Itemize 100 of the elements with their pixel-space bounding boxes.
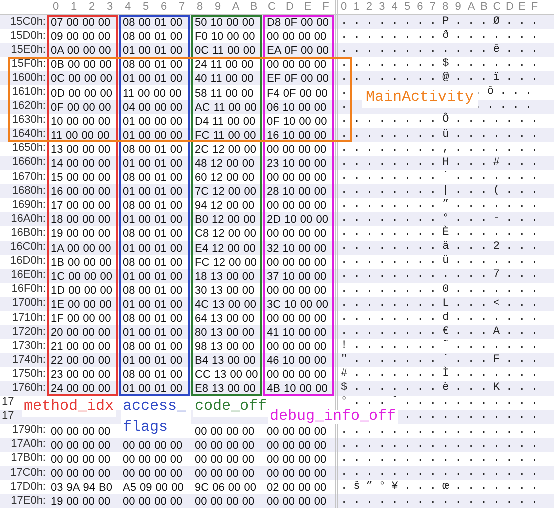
row-address: 17A0h: bbox=[11, 439, 46, 450]
row-address: 17 bbox=[2, 411, 14, 422]
hex-bytes: 3C 10 00 00 bbox=[267, 298, 328, 311]
row-address: 16B0h: bbox=[11, 228, 46, 239]
ascii-text: ................ bbox=[341, 424, 544, 439]
hex-bytes: 0B 00 00 00 bbox=[51, 59, 112, 72]
hex-bytes: 1A 00 00 00 bbox=[51, 242, 112, 255]
hex-bytes: 20 00 00 00 bbox=[51, 327, 111, 340]
column-header: A bbox=[468, 2, 476, 12]
row-address: 1760h: bbox=[12, 382, 46, 394]
annotation-label: MainActivity bbox=[362, 88, 478, 108]
hex-bytes: 13 00 00 00 bbox=[51, 144, 111, 156]
hex-bytes: 21 00 00 00 bbox=[51, 341, 111, 354]
hex-bytes: 00 00 00 00 bbox=[51, 454, 111, 466]
hex-bytes: 08 00 01 00 bbox=[123, 200, 183, 212]
row-address: 15D0h: bbox=[10, 30, 46, 42]
column-header: 5 bbox=[142, 2, 150, 12]
hex-bytes: 00 00 00 00 bbox=[267, 284, 327, 297]
hex-bytes: 00 00 00 00 bbox=[267, 426, 327, 438]
hex-bytes: 11 00 00 00 bbox=[123, 88, 182, 100]
hex-bytes: D8 0F 00 00 bbox=[267, 17, 330, 30]
hex-bytes: 08 00 01 00 bbox=[123, 144, 183, 156]
hex-bytes: 32 10 00 00 bbox=[267, 242, 327, 255]
hex-bytes: AC 11 00 00 bbox=[195, 102, 257, 114]
hex-bytes: FC 12 00 00 bbox=[195, 256, 258, 269]
ascii-text: $.......è...K... bbox=[341, 381, 544, 396]
ascii-text: ........°...-... bbox=[341, 212, 544, 226]
column-header: F bbox=[531, 2, 540, 12]
hex-bytes: 00 00 00 00 bbox=[267, 341, 327, 354]
hex-bytes: 1C 00 00 00 bbox=[51, 270, 112, 283]
hex-bytes: 00 00 00 00 bbox=[195, 440, 255, 452]
row-address: 1620h: bbox=[12, 101, 46, 112]
column-header: C bbox=[493, 2, 502, 12]
row-address: 17E0h: bbox=[11, 496, 46, 507]
hex-bytes: 02 00 00 00 bbox=[267, 482, 327, 494]
hex-bytes: 10 00 00 00 bbox=[51, 116, 111, 128]
hex-bytes: 94 12 00 00 bbox=[195, 200, 255, 212]
hex-bytes: 08 00 01 00 bbox=[123, 313, 183, 326]
ascii-text: ................ bbox=[341, 466, 544, 481]
row-address: 1740h: bbox=[12, 354, 46, 366]
hex-bytes: 1D 00 00 00 bbox=[51, 284, 112, 297]
column-header: E bbox=[303, 2, 313, 12]
hex-bytes: 01 00 01 00 bbox=[123, 242, 183, 255]
hex-bytes: 00 00 00 00 bbox=[51, 468, 111, 480]
row-address: 1610h: bbox=[12, 87, 46, 98]
hex-bytes: 14 00 00 00 bbox=[51, 158, 111, 170]
hex-bytes: 08 00 01 00 bbox=[123, 369, 183, 382]
column-header: 7 bbox=[430, 2, 437, 12]
hex-bytes: 00 00 00 00 bbox=[123, 496, 183, 508]
hex-bytes: 00 00 00 00 bbox=[267, 468, 327, 480]
hex-bytes: 00 00 00 00 bbox=[267, 496, 327, 508]
hex-bytes: 08 00 01 00 bbox=[123, 17, 183, 30]
hex-bytes: 64 13 00 00 bbox=[195, 313, 255, 326]
hex-bytes: 08 00 01 00 bbox=[123, 284, 183, 297]
column-header: D bbox=[506, 2, 515, 12]
column-header: 3 bbox=[379, 2, 386, 12]
hex-bytes: 48 12 00 00 bbox=[195, 158, 255, 170]
hex-bytes: 0C 11 00 00 bbox=[195, 45, 256, 58]
hex-bytes: 1F 00 00 00 bbox=[51, 313, 112, 326]
hex-bytes: 00 00 00 00 bbox=[123, 454, 183, 466]
hex-bytes: EF 0F 00 00 bbox=[267, 73, 330, 86]
column-header: 4 bbox=[124, 2, 132, 12]
hex-bytes: 08 00 01 00 bbox=[123, 31, 183, 44]
hex-bytes: 40 11 00 00 bbox=[195, 73, 254, 86]
hex-bytes: 98 13 00 00 bbox=[195, 341, 255, 354]
row-address: 1710h: bbox=[12, 312, 46, 324]
hex-bytes: 01 00 01 00 bbox=[123, 214, 183, 226]
hex-bytes: 00 00 00 00 bbox=[267, 200, 327, 212]
hex-bytes: 19 00 00 00 bbox=[51, 228, 111, 240]
row-address: 1730h: bbox=[12, 340, 46, 352]
column-header: B bbox=[480, 2, 489, 12]
hex-bytes: 00 00 00 00 bbox=[267, 144, 327, 156]
ascii-text: ........d....... bbox=[341, 310, 544, 326]
hex-bytes: 00 00 00 00 bbox=[267, 369, 327, 382]
hex-bytes: 08 00 01 00 bbox=[123, 341, 183, 354]
hex-bytes: 23 10 00 00 bbox=[267, 158, 327, 170]
annotation-label: code_off bbox=[193, 396, 270, 417]
hex-bytes: A5 09 00 00 bbox=[123, 482, 184, 494]
hex-bytes: 00 00 00 00 bbox=[195, 468, 255, 480]
column-header: 1 bbox=[354, 2, 361, 12]
ascii-text: ........H...#... bbox=[341, 156, 544, 171]
hex-bytes: 80 13 00 00 bbox=[195, 327, 255, 340]
hex-bytes: 00 00 00 00 bbox=[195, 454, 255, 466]
column-header: 4 bbox=[392, 2, 399, 12]
ascii-text: ........ü....... bbox=[341, 254, 544, 270]
hex-bytes: 08 00 01 00 bbox=[123, 256, 183, 269]
hex-bytes: 4C 13 00 00 bbox=[195, 298, 256, 311]
hex-bytes: 00 00 00 00 bbox=[195, 426, 255, 438]
hex-bytes: 00 00 00 00 bbox=[51, 426, 111, 438]
column-header: 9 bbox=[455, 2, 462, 12]
ascii-text: ................ bbox=[341, 452, 544, 467]
ascii-text: ........`....... bbox=[341, 170, 544, 185]
hex-bytes: 16 00 00 00 bbox=[51, 186, 111, 198]
annotation-label: debug_info_off bbox=[268, 410, 398, 424]
hex-bytes: 01 00 00 00 bbox=[123, 116, 183, 128]
ascii-text: ........0....... bbox=[341, 282, 544, 298]
column-header: 9 bbox=[214, 2, 222, 12]
row-address: 15C0h: bbox=[10, 16, 46, 28]
row-address: 1720h: bbox=[12, 326, 46, 338]
hex-bytes: 01 00 01 00 bbox=[123, 158, 183, 170]
